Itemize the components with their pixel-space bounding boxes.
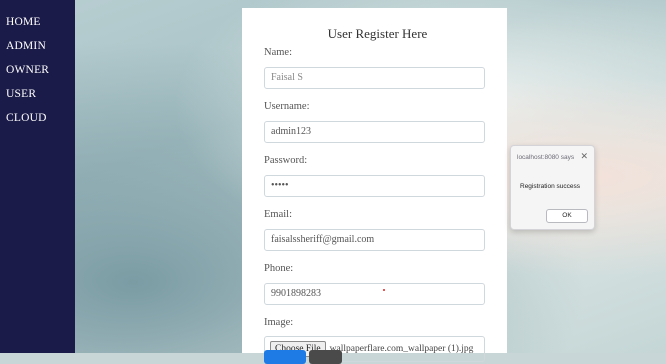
reset-button[interactable] — [309, 350, 342, 364]
ok-button[interactable]: OK — [546, 209, 588, 223]
password-input[interactable]: ••••• — [264, 175, 485, 197]
password-label: Password: — [264, 155, 308, 166]
nav-item-user[interactable]: USER — [0, 82, 75, 106]
alert-dialog: localhost:8080 says ✕ Registration succe… — [510, 145, 595, 230]
register-form-panel: User Register Here Name: Faisal S Userna… — [242, 8, 507, 364]
sidebar-nav: HOME ADMIN OWNER USER CLOUD — [0, 0, 75, 353]
username-label: Username: — [264, 101, 310, 112]
nav-list: HOME ADMIN OWNER USER CLOUD — [0, 0, 75, 130]
nav-item-admin[interactable]: ADMIN — [0, 34, 75, 58]
email-input[interactable]: faisalssheriff@gmail.com — [264, 229, 485, 251]
name-input[interactable]: Faisal S — [264, 67, 485, 89]
nav-item-cloud[interactable]: CLOUD — [0, 106, 75, 130]
close-icon[interactable]: ✕ — [580, 151, 588, 162]
image-label: Image: — [264, 317, 294, 328]
phone-value: 9901898283 — [271, 288, 321, 299]
text-cursor-marker — [383, 289, 385, 291]
email-label: Email: — [264, 209, 292, 220]
phone-input[interactable]: 9901898283 — [264, 283, 485, 305]
nav-item-owner[interactable]: OWNER — [0, 58, 75, 82]
dialog-title: localhost:8080 says — [517, 154, 575, 161]
name-label: Name: — [264, 47, 292, 58]
submit-button[interactable] — [264, 350, 306, 364]
username-input[interactable]: admin123 — [264, 121, 485, 143]
phone-label: Phone: — [264, 263, 294, 274]
dialog-message: Registration success — [520, 183, 580, 190]
form-title: User Register Here — [327, 26, 428, 41]
nav-item-home[interactable]: HOME — [0, 10, 75, 34]
